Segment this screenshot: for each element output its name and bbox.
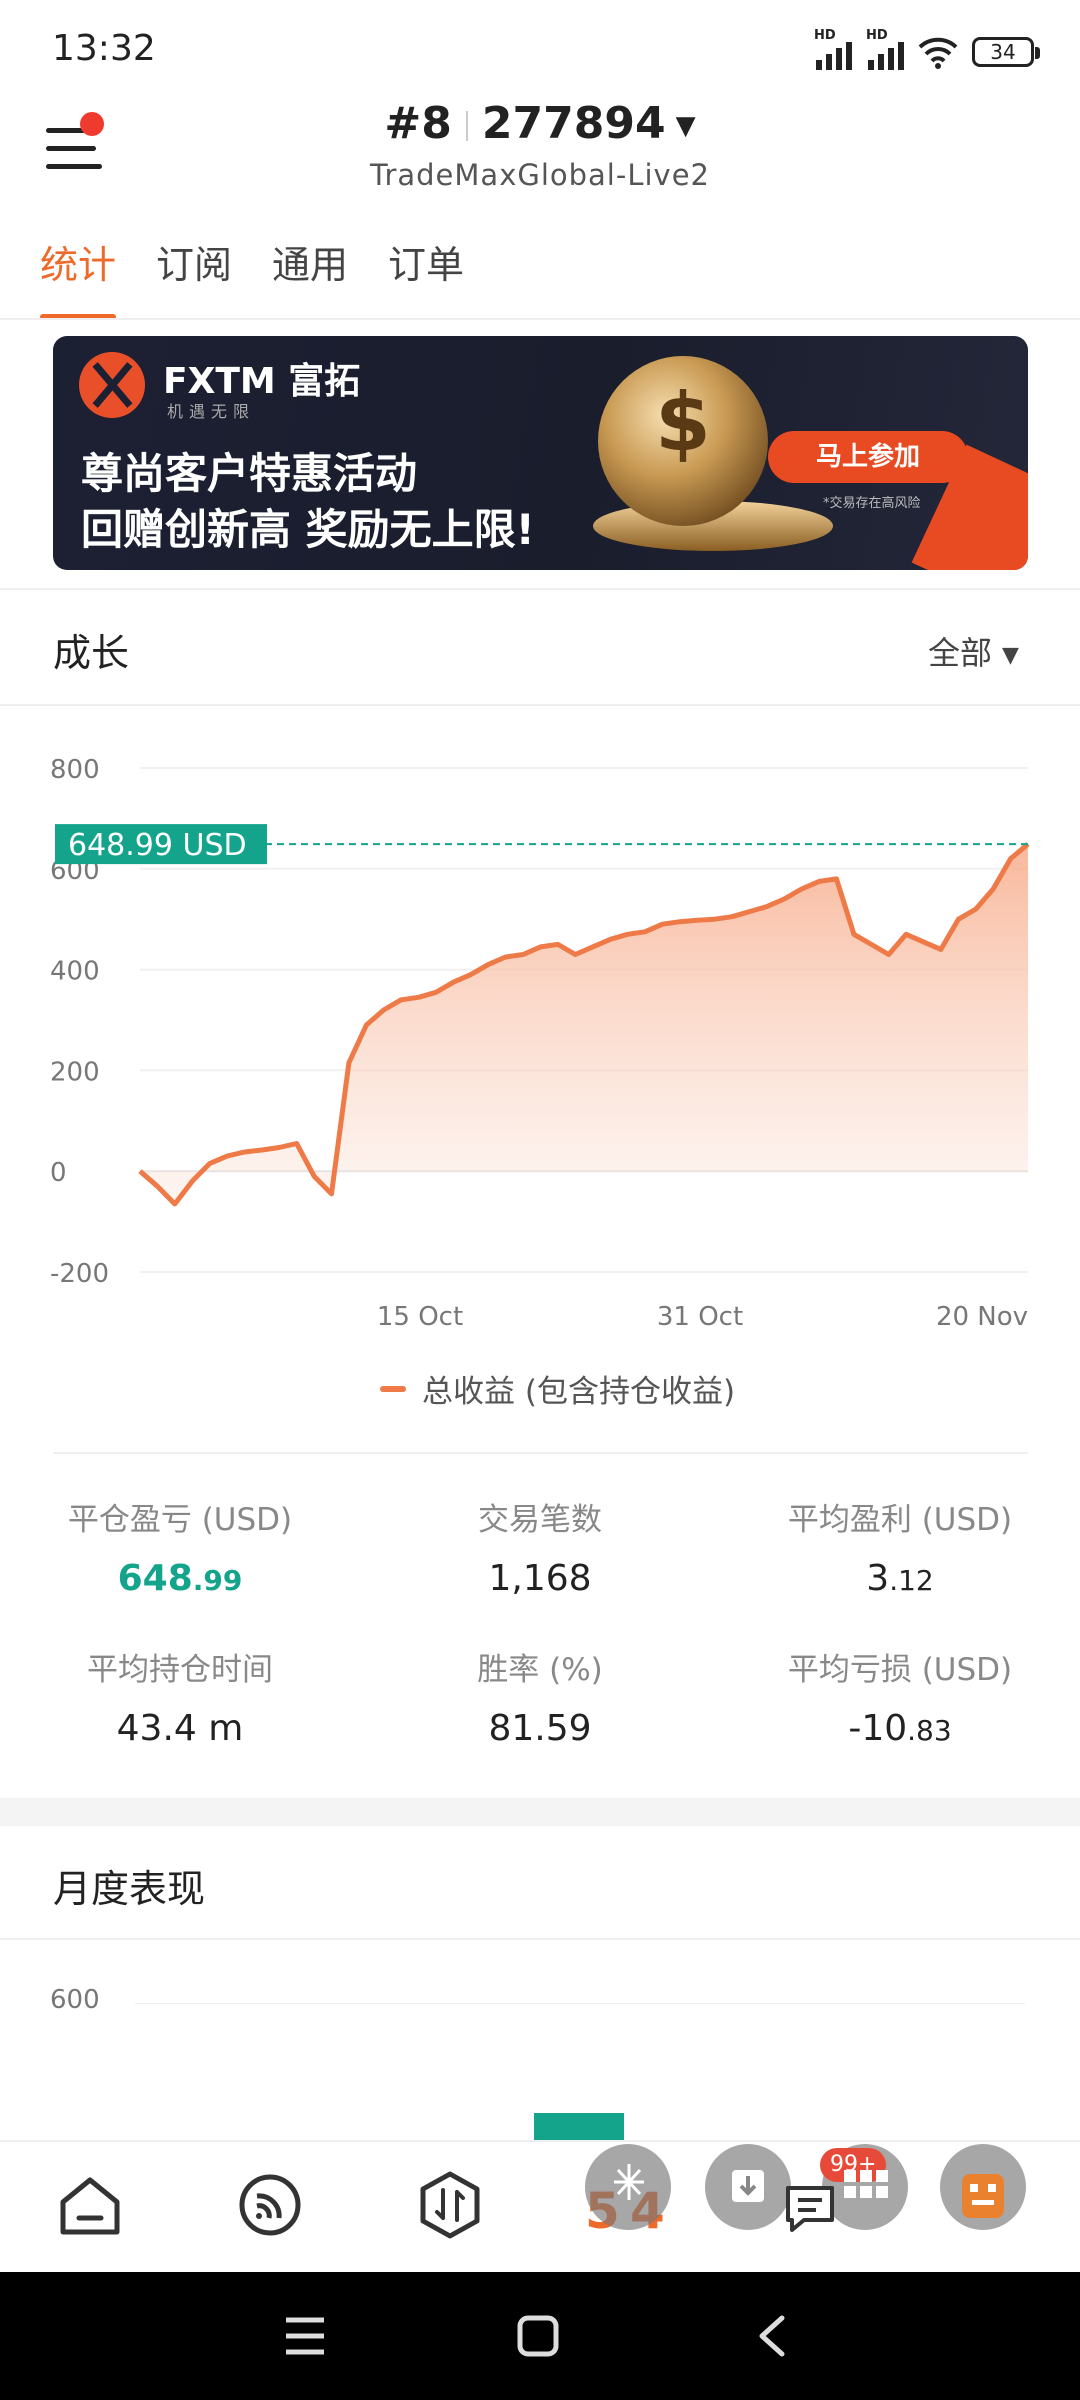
- signals-icon[interactable]: [235, 2170, 305, 2240]
- x-tick-label: 31 Oct: [657, 1302, 743, 1332]
- legend-label: 总收益 (包含持仓收益): [422, 1374, 736, 1410]
- stat-value: -10.83: [750, 1708, 1050, 1749]
- divider: [0, 704, 1080, 706]
- trade-icon[interactable]: [415, 2170, 485, 2240]
- download-icon: [732, 2170, 764, 2202]
- stat-value-main: 3: [866, 1558, 890, 1599]
- current-value-text: 648.99 USD: [68, 828, 247, 863]
- stat-value: 81.59: [390, 1708, 690, 1749]
- battery-icon: 34: [972, 37, 1040, 67]
- assistant-icon: [962, 2174, 1004, 2218]
- back-icon[interactable]: [752, 2314, 792, 2358]
- stat-label: 平仓盈亏 (USD): [67, 1502, 293, 1538]
- chevron-down-icon: ▼: [675, 111, 696, 141]
- y-tick-label: 200: [50, 1057, 100, 1087]
- monthly-performance-title: 月度表现: [53, 1867, 206, 1911]
- section-gap: [0, 1798, 1080, 1826]
- divider: [0, 318, 1080, 320]
- server-name: TradeMaxGlobal-Live2: [370, 158, 710, 192]
- tab-orders[interactable]: 订单: [388, 230, 464, 320]
- stat-value-main: 1,168: [488, 1558, 592, 1599]
- banner-headline: 尊尚客户特惠活动: [81, 449, 418, 498]
- stat-value-main: -10: [848, 1708, 908, 1749]
- period-filter-label: 全部: [928, 634, 993, 672]
- wifi-icon: [918, 37, 958, 69]
- chart-legend: 总收益 (包含持仓收益): [380, 1366, 735, 1411]
- promo-banner[interactable]: FXTM 富拓 机遇无限 尊尚客户特惠活动 回赠创新高 奖励无上限! $ 马上参…: [53, 336, 1028, 570]
- bottom-navigation: [0, 2140, 1080, 2274]
- y-tick-label: 800: [50, 755, 100, 785]
- monthly-bar: [534, 2113, 624, 2141]
- status-time: 13:32: [52, 28, 156, 69]
- tab-statistics[interactable]: 统计: [40, 230, 117, 320]
- period-filter-dropdown[interactable]: 全部 ▼: [928, 628, 1019, 674]
- growth-title: 成长: [53, 631, 130, 675]
- tab-bar: 统计 订阅 通用 订单: [0, 230, 1080, 320]
- growth-chart: 8006004002000-200 648.99 USD 15 Oct 31 Oc…: [50, 755, 1030, 1332]
- message-icon[interactable]: [782, 2180, 838, 2236]
- monthly-gridline: [135, 2003, 1025, 2004]
- divider: [53, 1452, 1028, 1454]
- account-selector[interactable]: #8 277894 ▼: [0, 98, 1080, 149]
- stat-value-main: 81.59: [488, 1708, 592, 1749]
- risk-disclaimer: *交易存在高风险: [823, 496, 921, 511]
- divider: [0, 588, 1080, 590]
- banner-brand: FXTM 富拓: [163, 361, 361, 402]
- stat-label: 平均亏损 (USD): [787, 1652, 1013, 1688]
- account-prefix: #8: [384, 98, 452, 149]
- signal-icon: HD: [866, 28, 904, 70]
- chevron-down-icon: ▼: [1002, 642, 1019, 668]
- stat-value-main: 648: [117, 1558, 193, 1599]
- y-tick-label: 0: [50, 1158, 67, 1188]
- dollar-sign: $: [655, 376, 711, 469]
- legend-swatch: [380, 1385, 406, 1392]
- stat-label: 胜率 (%): [477, 1652, 603, 1688]
- banner-brand-sub: 机遇无限: [167, 402, 256, 421]
- system-navigation-bar: [0, 2272, 1080, 2400]
- sparkle-icon: [614, 2164, 644, 2200]
- home-button-icon[interactable]: [516, 2314, 560, 2358]
- x-tick-label: 15 Oct: [377, 1302, 463, 1332]
- monthly-y-tick: 600: [50, 1985, 100, 2015]
- tab-subscriptions[interactable]: 订阅: [156, 230, 232, 320]
- join-now-button[interactable]: 马上参加: [768, 431, 968, 483]
- status-icons: HD HD 34: [814, 28, 1040, 74]
- fxtm-logo-icon: [79, 352, 145, 418]
- y-tick-label: 400: [50, 957, 100, 987]
- recent-apps-icon[interactable]: [282, 2314, 328, 2358]
- signal-icon: HD: [814, 28, 852, 70]
- stat-label: 平均盈利 (USD): [787, 1502, 1013, 1538]
- stat-value: 1,168: [390, 1558, 690, 1599]
- grid-icon: [844, 2170, 888, 2198]
- banner-subheadline: 回赠创新高 奖励无上限!: [81, 505, 535, 554]
- current-value-label: 648.99 USD: [55, 824, 267, 865]
- stat-value-decimal: .99: [192, 1564, 243, 1597]
- stat-label: 交易笔数: [478, 1502, 602, 1538]
- stat-value: 648.99: [30, 1558, 330, 1599]
- stat-value-decimal: .12: [889, 1564, 934, 1597]
- home-icon[interactable]: [55, 2170, 125, 2240]
- tab-general[interactable]: 通用: [272, 230, 348, 320]
- stat-label: 平均持仓时间: [87, 1652, 273, 1688]
- stat-value: 3.12: [750, 1558, 1050, 1599]
- divider: [0, 1938, 1080, 1940]
- y-tick-label: -200: [50, 1259, 109, 1289]
- stat-value: 43.4 m: [30, 1708, 330, 1749]
- stat-value-main: 43.4 m: [116, 1708, 244, 1749]
- account-number: 277894: [481, 98, 666, 149]
- x-tick-label: 20 Nov: [936, 1302, 1028, 1332]
- stat-value-decimal: .83: [907, 1714, 952, 1747]
